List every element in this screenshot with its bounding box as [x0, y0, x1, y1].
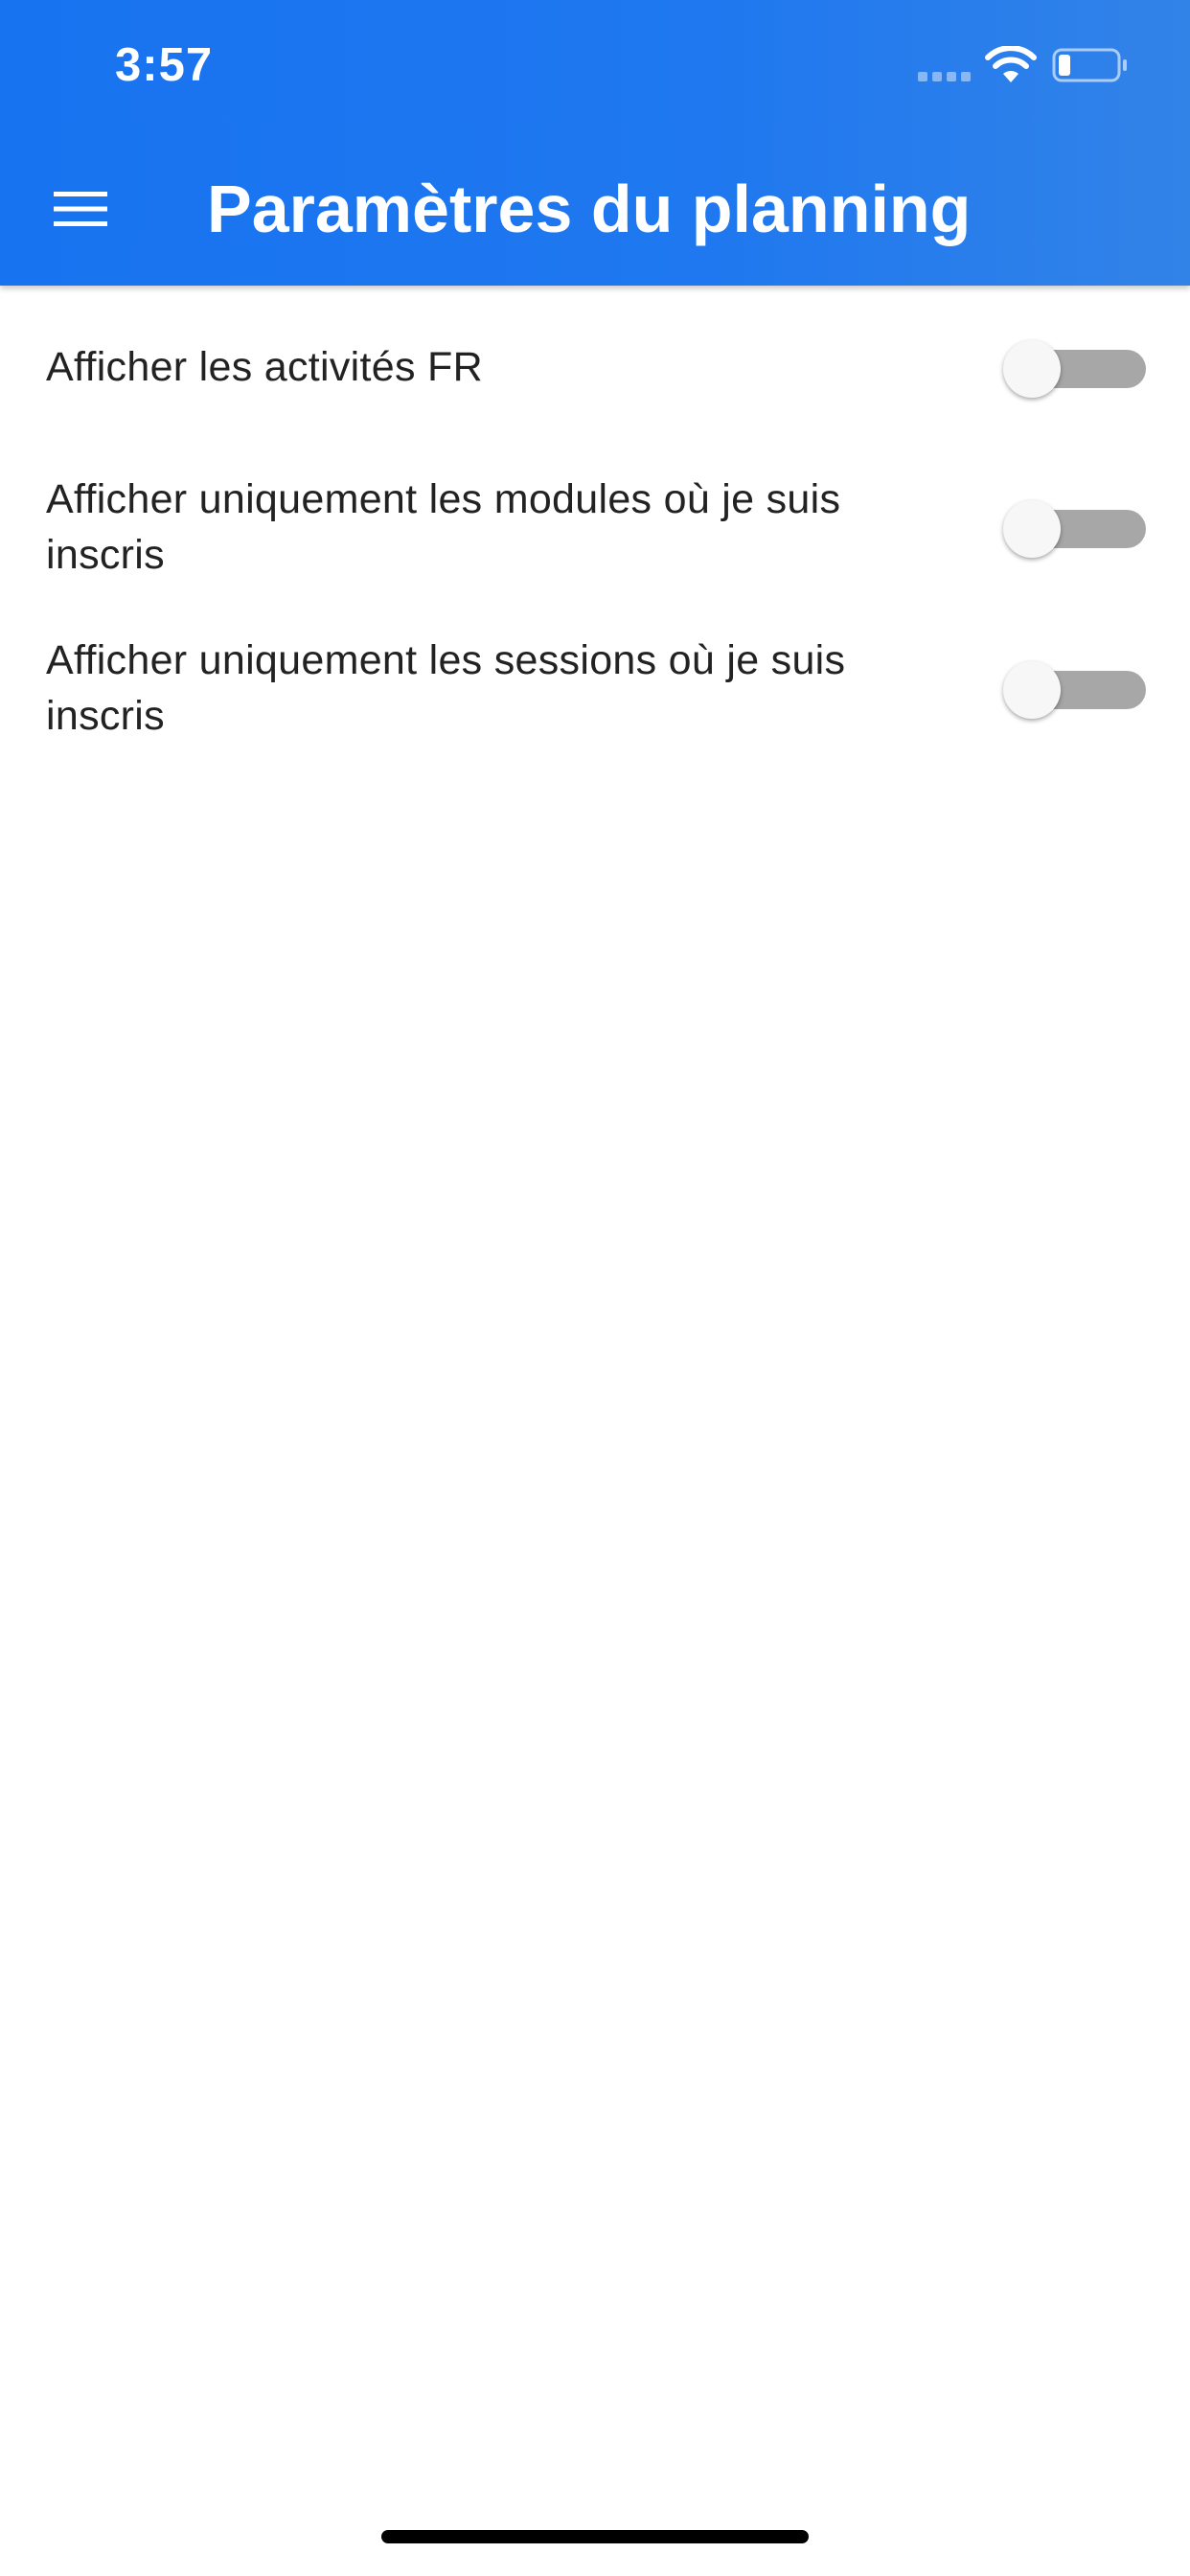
menu-button[interactable] — [34, 163, 126, 255]
setting-row-activites-fr: Afficher les activités FR — [0, 286, 1190, 447]
battery-low-icon — [1052, 48, 1127, 82]
setting-row-sessions: Afficher uniquement les sessions où je s… — [0, 608, 1190, 769]
setting-row-modules: Afficher uniquement les modules où je su… — [0, 447, 1190, 608]
wifi-icon — [985, 46, 1037, 82]
toggle-thumb — [1003, 661, 1061, 719]
app-header: 3:57 Paramètres du planning — [0, 0, 1190, 286]
status-time: 3:57 — [115, 39, 214, 91]
signal-dots-icon — [918, 72, 971, 81]
home-indicator[interactable] — [381, 2530, 809, 2543]
toggle-thumb — [1003, 500, 1061, 558]
setting-label: Afficher uniquement les sessions où je s… — [46, 637, 846, 739]
toggle-modules[interactable] — [996, 490, 1146, 566]
screen: 3:57 Paramètres du planning Afficher les… — [0, 0, 1190, 2576]
toggle-sessions[interactable] — [996, 651, 1146, 727]
toggle-thumb — [1003, 340, 1061, 398]
toggle-activites-fr[interactable] — [996, 330, 1146, 406]
setting-label: Afficher les activités FR — [46, 344, 483, 390]
hamburger-menu-icon — [54, 192, 107, 226]
setting-label: Afficher uniquement les modules où je su… — [46, 476, 841, 578]
page-title: Paramètres du planning — [207, 172, 972, 246]
